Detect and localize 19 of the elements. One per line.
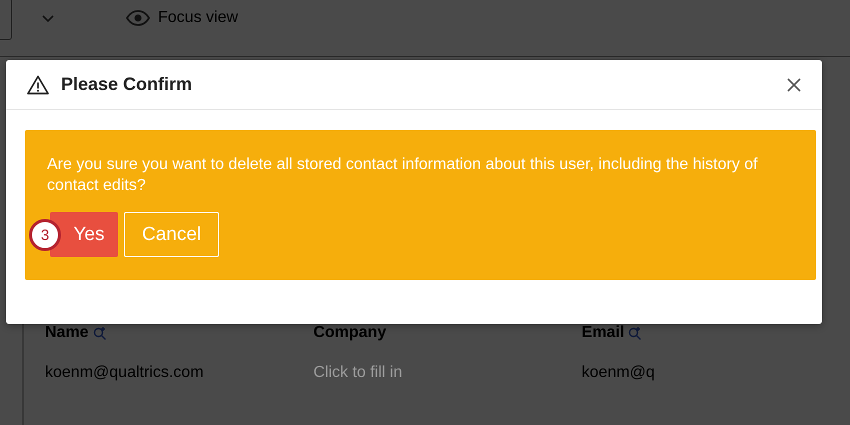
step-badge: 3 [29,219,61,251]
confirm-message: Are you sure you want to delete all stored contact information about this user, including the history of contact edits? [47,155,759,196]
column-header: Name [45,324,89,342]
search-icon[interactable] [628,326,642,340]
column-header: Email [582,324,624,342]
table-cell: koenm@qualtrics.com [45,364,204,382]
focus-view-button[interactable]: Focus view [158,9,238,27]
table-cell: Click to fill in [313,364,402,382]
field-border [0,0,12,40]
cancel-button[interactable]: Cancel [124,212,220,257]
column-header: Company [313,324,386,342]
table-cell: koenm@q [582,364,655,382]
dialog-title: Please Confirm [61,74,194,95]
close-icon[interactable] [786,76,802,92]
warning-icon [27,74,49,94]
yes-button[interactable]: Yes [50,212,118,257]
eye-icon [126,10,150,26]
search-icon[interactable] [92,326,107,340]
chevron-down-icon[interactable] [42,15,54,23]
